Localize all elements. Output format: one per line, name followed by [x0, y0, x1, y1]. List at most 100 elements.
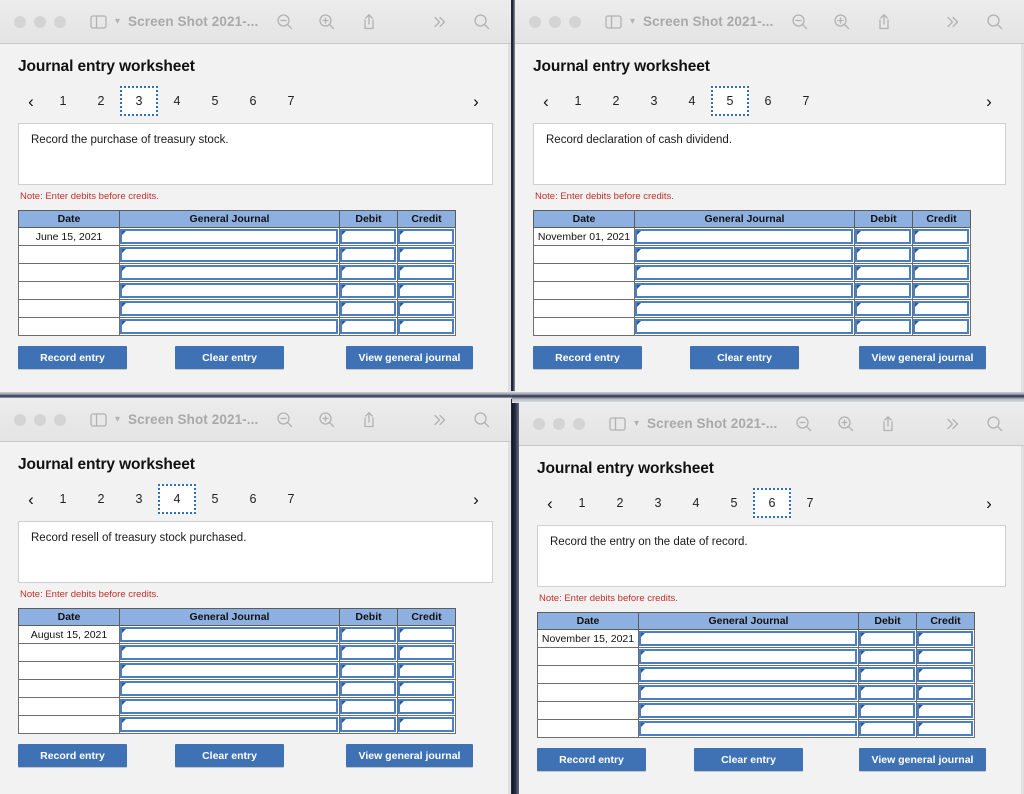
- journal-date-cell-empty[interactable]: [537, 683, 639, 702]
- debit-input[interactable]: [340, 681, 396, 696]
- clear-entry-button[interactable]: Clear entry: [175, 744, 284, 767]
- journal-account-cell[interactable]: [634, 281, 855, 300]
- journal-credit-cell[interactable]: [912, 317, 971, 336]
- debit-input[interactable]: [340, 247, 396, 262]
- journal-account-cell[interactable]: [638, 629, 859, 648]
- account-input[interactable]: [120, 681, 338, 696]
- journal-credit-cell[interactable]: [397, 299, 456, 318]
- page-tab-5[interactable]: 5: [715, 488, 753, 518]
- view-general-journal-button[interactable]: View general journal: [346, 346, 473, 369]
- page-tab-3-selected[interactable]: 3: [120, 86, 158, 116]
- credit-input[interactable]: [913, 265, 969, 280]
- debit-input[interactable]: [340, 663, 396, 678]
- double-chevron-right-icon[interactable]: [938, 10, 968, 34]
- journal-date-cell-empty[interactable]: [18, 697, 120, 716]
- journal-date-cell-empty[interactable]: [533, 317, 635, 336]
- journal-date-cell-empty[interactable]: [18, 679, 120, 698]
- page-tab-1[interactable]: 1: [44, 484, 82, 514]
- journal-credit-cell[interactable]: [397, 643, 456, 662]
- credit-input[interactable]: [398, 717, 454, 732]
- account-input[interactable]: [120, 319, 338, 334]
- journal-credit-cell[interactable]: [397, 625, 456, 644]
- share-icon[interactable]: [873, 412, 903, 436]
- page-tab-4[interactable]: 4: [673, 86, 711, 116]
- journal-date-cell[interactable]: June 15, 2021: [18, 227, 120, 246]
- account-input[interactable]: [120, 229, 338, 244]
- window-control-close[interactable]: [529, 15, 541, 28]
- journal-debit-cell[interactable]: [339, 245, 398, 264]
- pager-prev-button[interactable]: ‹: [533, 93, 559, 110]
- credit-input[interactable]: [917, 721, 973, 736]
- window-control-maximize[interactable]: [54, 15, 66, 28]
- credit-input[interactable]: [917, 667, 973, 682]
- journal-account-cell[interactable]: [634, 317, 855, 336]
- journal-account-cell[interactable]: [638, 719, 859, 738]
- debit-input[interactable]: [340, 319, 396, 334]
- journal-date-cell-empty[interactable]: [537, 701, 639, 720]
- journal-account-cell[interactable]: [638, 683, 859, 702]
- search-icon[interactable]: [467, 408, 497, 432]
- sidebar-toggle[interactable]: ▾: [603, 412, 639, 436]
- journal-debit-cell[interactable]: [854, 227, 913, 246]
- journal-date-cell[interactable]: November 01, 2021: [533, 227, 635, 246]
- account-input[interactable]: [120, 627, 338, 642]
- pager-prev-button[interactable]: ‹: [18, 491, 44, 508]
- debit-input[interactable]: [340, 717, 396, 732]
- zoom-out-icon[interactable]: [270, 408, 300, 432]
- record-entry-button[interactable]: Record entry: [18, 346, 127, 369]
- clear-entry-button[interactable]: Clear entry: [175, 346, 284, 369]
- pager-next-button[interactable]: ›: [463, 491, 489, 508]
- debit-input[interactable]: [340, 229, 396, 244]
- debit-input[interactable]: [340, 645, 396, 660]
- window-control-maximize[interactable]: [54, 413, 66, 426]
- debit-input[interactable]: [340, 627, 396, 642]
- journal-account-cell[interactable]: [119, 299, 340, 318]
- page-tab-6[interactable]: 6: [234, 484, 272, 514]
- debit-input[interactable]: [340, 301, 396, 316]
- journal-account-cell[interactable]: [119, 245, 340, 264]
- clear-entry-button[interactable]: Clear entry: [690, 346, 799, 369]
- journal-date-cell[interactable]: August 15, 2021: [18, 625, 120, 644]
- debit-input[interactable]: [859, 685, 915, 700]
- sidebar-toggle[interactable]: ▾: [84, 10, 120, 34]
- journal-credit-cell[interactable]: [916, 701, 975, 720]
- zoom-in-icon[interactable]: [831, 412, 861, 436]
- sidebar-toggle[interactable]: ▾: [599, 10, 635, 34]
- sidebar-icon[interactable]: [603, 412, 633, 436]
- page-tab-1[interactable]: 1: [559, 86, 597, 116]
- debit-input[interactable]: [859, 703, 915, 718]
- journal-credit-cell[interactable]: [397, 317, 456, 336]
- record-entry-button[interactable]: Record entry: [537, 748, 646, 771]
- account-input[interactable]: [639, 667, 857, 682]
- journal-debit-cell[interactable]: [339, 263, 398, 282]
- credit-input[interactable]: [398, 663, 454, 678]
- journal-credit-cell[interactable]: [912, 281, 971, 300]
- credit-input[interactable]: [917, 703, 973, 718]
- page-tab-3[interactable]: 3: [120, 484, 158, 514]
- account-input[interactable]: [639, 631, 857, 646]
- credit-input[interactable]: [398, 681, 454, 696]
- journal-account-cell[interactable]: [638, 647, 859, 666]
- account-input[interactable]: [639, 721, 857, 736]
- page-tab-1[interactable]: 1: [563, 488, 601, 518]
- journal-credit-cell[interactable]: [916, 719, 975, 738]
- account-input[interactable]: [635, 229, 853, 244]
- journal-date-cell-empty[interactable]: [18, 661, 120, 680]
- journal-account-cell[interactable]: [634, 245, 855, 264]
- account-input[interactable]: [635, 319, 853, 334]
- sidebar-icon[interactable]: [599, 10, 629, 34]
- window-control-minimize[interactable]: [34, 15, 46, 28]
- journal-debit-cell[interactable]: [339, 625, 398, 644]
- debit-input[interactable]: [859, 667, 915, 682]
- credit-input[interactable]: [398, 319, 454, 334]
- journal-account-cell[interactable]: [638, 701, 859, 720]
- journal-debit-cell[interactable]: [854, 245, 913, 264]
- journal-credit-cell[interactable]: [397, 715, 456, 734]
- journal-credit-cell[interactable]: [397, 245, 456, 264]
- journal-credit-cell[interactable]: [916, 683, 975, 702]
- debit-input[interactable]: [340, 283, 396, 298]
- journal-date-cell-empty[interactable]: [533, 263, 635, 282]
- page-tab-2[interactable]: 2: [82, 484, 120, 514]
- credit-input[interactable]: [913, 301, 969, 316]
- journal-debit-cell[interactable]: [339, 299, 398, 318]
